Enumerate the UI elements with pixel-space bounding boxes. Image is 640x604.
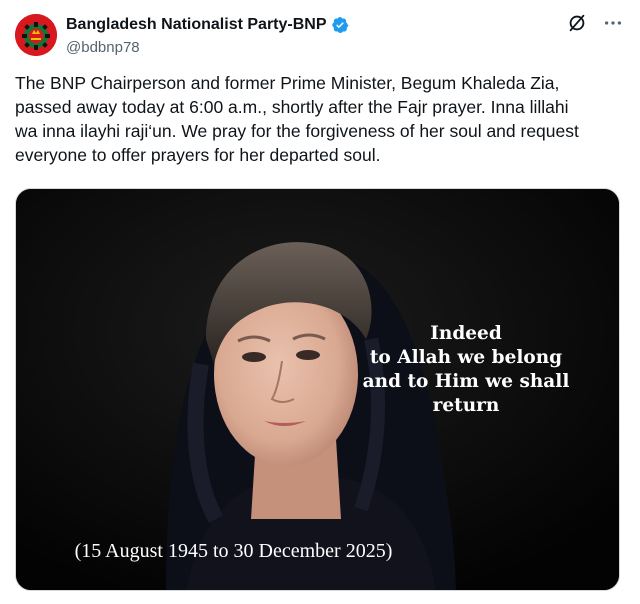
grok-icon[interactable] <box>566 12 588 34</box>
post-media-image[interactable]: Indeed to Allah we belong and to Him we … <box>15 188 620 591</box>
quote-line: Indeed <box>430 323 502 344</box>
bnp-logo-icon <box>15 14 57 56</box>
quote-line: return <box>432 395 500 416</box>
quote-line: and to Him we shall <box>362 371 570 392</box>
quote-line: to Allah we belong <box>369 347 563 368</box>
verified-badge-icon[interactable] <box>331 16 349 34</box>
top-actions <box>566 12 624 34</box>
display-name[interactable]: Bangladesh Nationalist Party-BNP <box>66 16 327 34</box>
memorial-quote: Indeed to Allah we belong and to Him we … <box>346 322 586 418</box>
post-text: The BNP Chairperson and former Prime Min… <box>15 73 579 165</box>
more-options-icon[interactable] <box>602 12 624 34</box>
tweet: Bangladesh Nationalist Party-BNP @bdbnp7… <box>0 0 640 604</box>
handle[interactable]: @bdbnp78 <box>66 38 349 58</box>
author-block: Bangladesh Nationalist Party-BNP @bdbnp7… <box>66 14 349 58</box>
life-dates: (15 August 1945 to 30 December 2025) <box>74 540 393 562</box>
avatar[interactable] <box>15 14 57 56</box>
